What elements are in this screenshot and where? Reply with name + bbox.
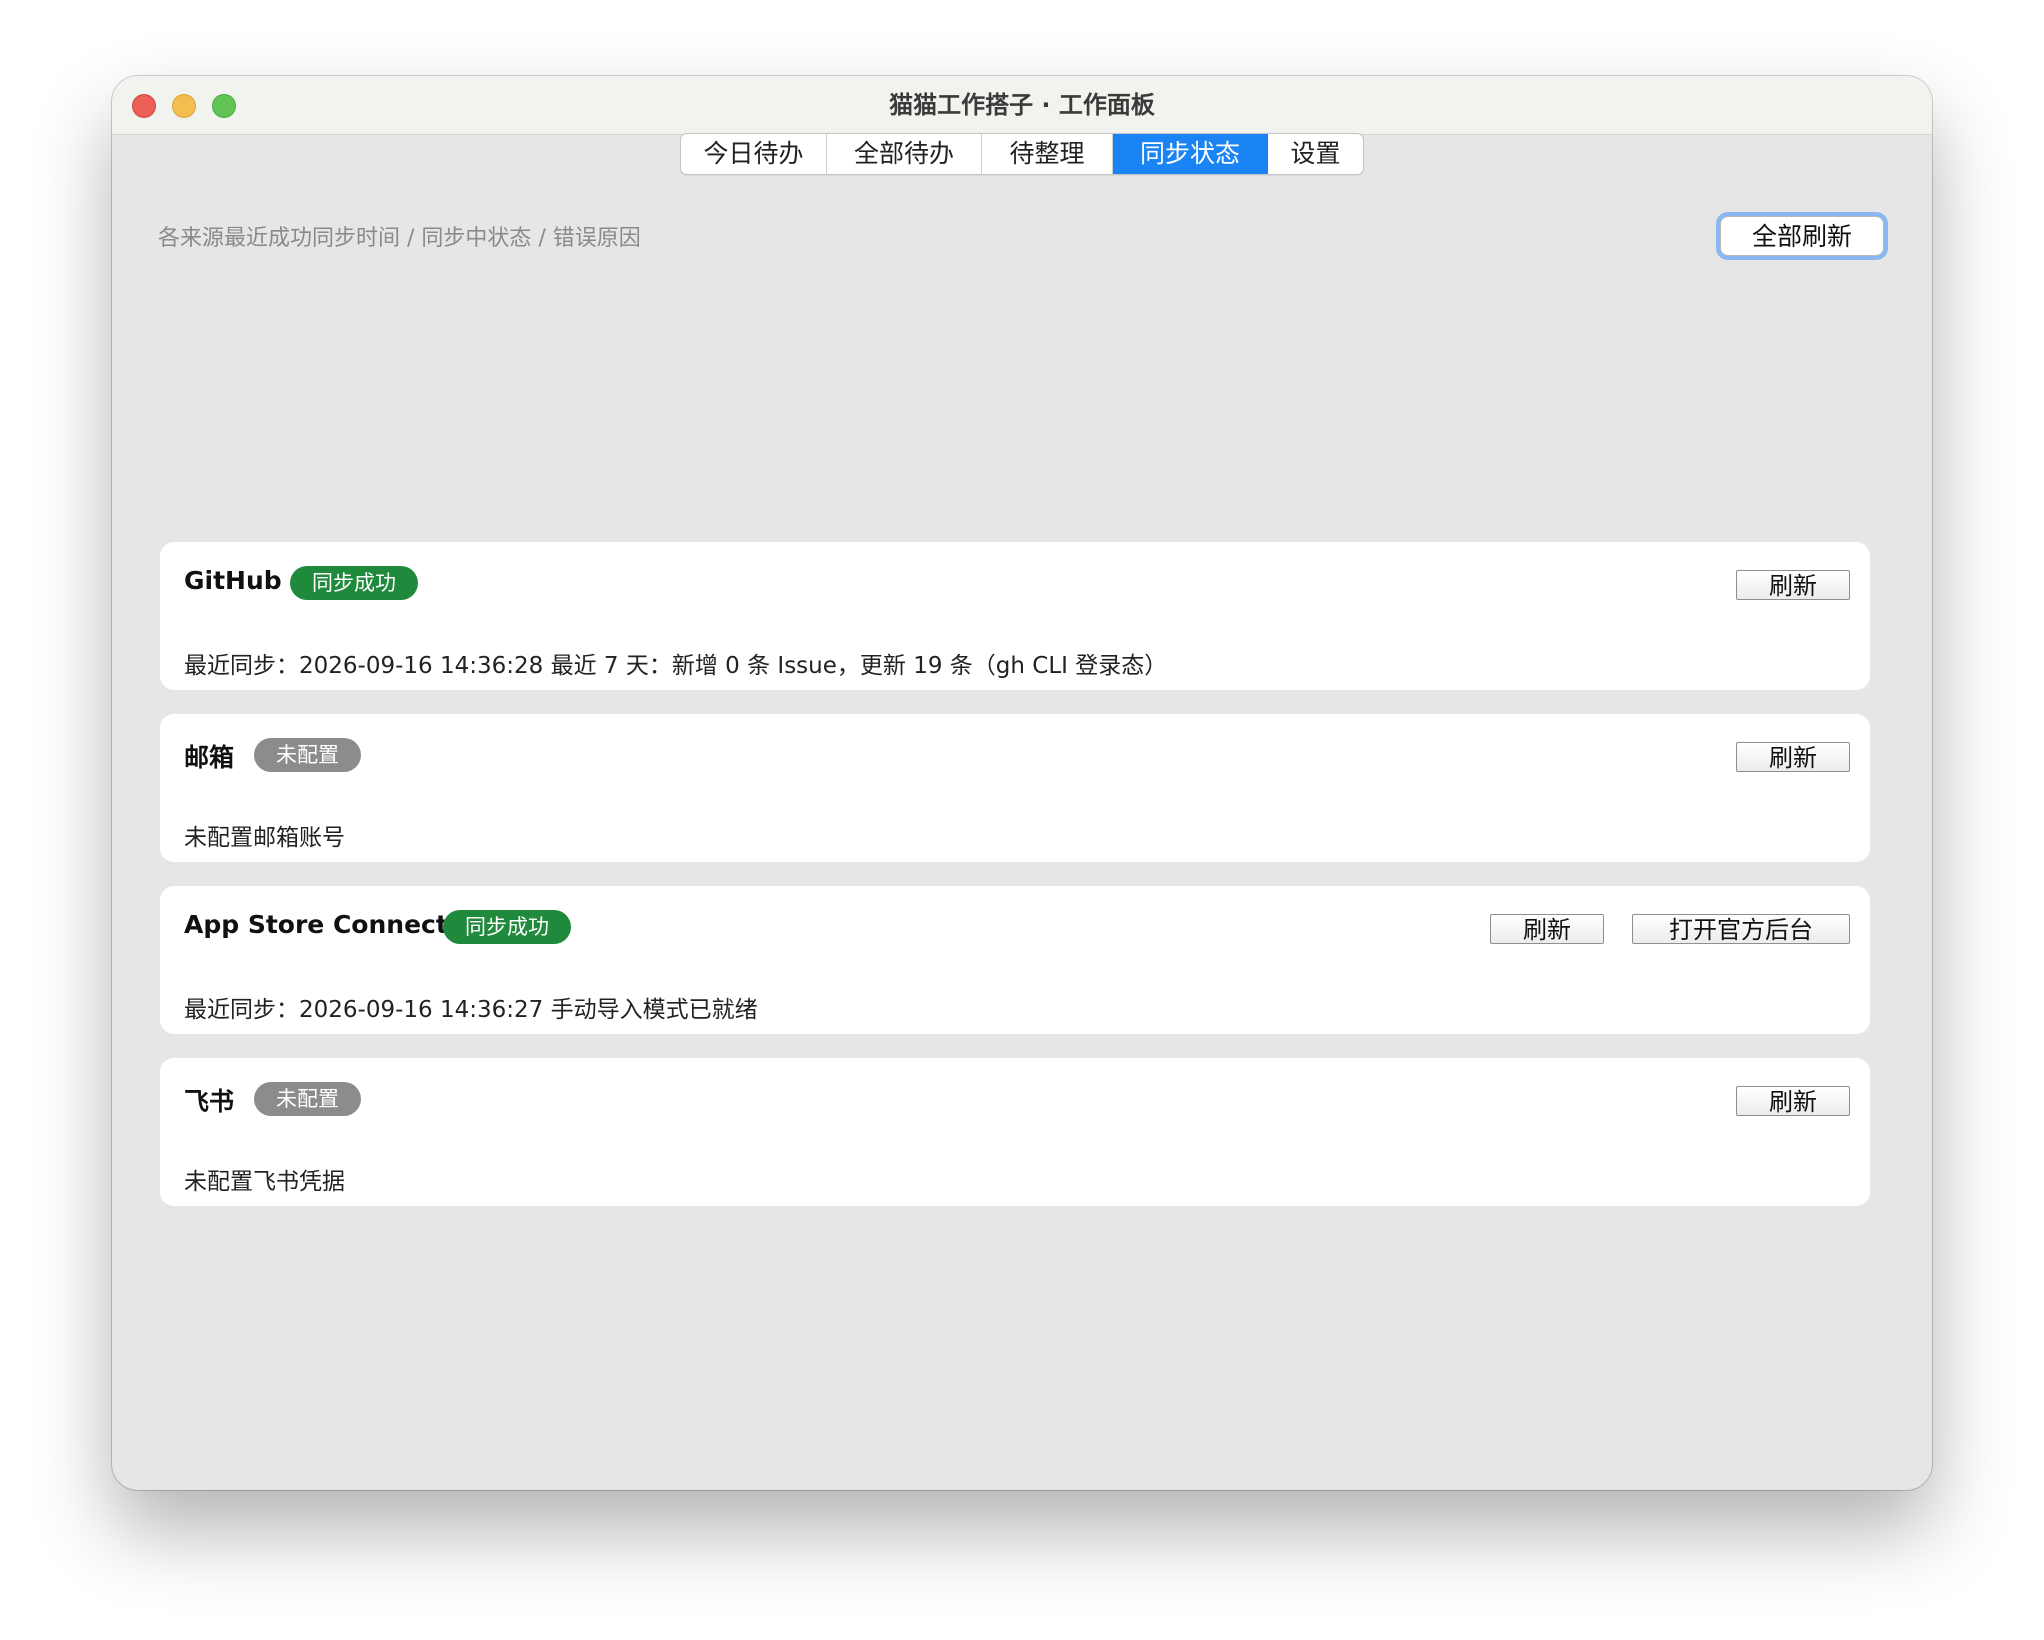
source-name: App Store Connect [184, 910, 448, 939]
close-window-button[interactable] [132, 94, 156, 118]
sync-detail: 最近同步：2026-09-16 14:36:28 最近 7 天：新增 0 条 I… [184, 653, 1168, 679]
tab-settings[interactable]: 设置 [1268, 134, 1363, 174]
source-name: 邮箱 [184, 743, 235, 772]
source-card-feishu: 飞书 未配置 刷新 未配置飞书凭据 [160, 1058, 1870, 1206]
sync-detail: 未配置飞书凭据 [184, 1169, 345, 1195]
app-window: 猫猫工作搭子 · 工作面板 今日待办 全部待办 待整理 同步状态 设置 各来源最… [112, 76, 1932, 1490]
zoom-window-button[interactable] [212, 94, 236, 118]
source-card-github: GitHub 同步成功 刷新 最近同步：2026-09-16 14:36:28 … [160, 542, 1870, 690]
page-subtitle: 各来源最近成功同步时间 / 同步中状态 / 错误原因 [158, 226, 641, 251]
status-badge: 未配置 [254, 1082, 361, 1116]
refresh-button[interactable]: 刷新 [1736, 742, 1850, 772]
refresh-button[interactable]: 刷新 [1490, 914, 1604, 944]
sync-detail: 最近同步：2026-09-16 14:36:27 手动导入模式已就绪 [184, 997, 758, 1023]
source-name: 飞书 [184, 1087, 235, 1116]
refresh-button[interactable]: 刷新 [1736, 1086, 1850, 1116]
sync-detail: 未配置邮箱账号 [184, 825, 345, 851]
tab-today-todos[interactable]: 今日待办 [681, 134, 827, 174]
status-badge: 同步成功 [290, 566, 418, 600]
refresh-all-button[interactable]: 全部刷新 [1720, 216, 1884, 256]
tab-sync-status[interactable]: 同步状态 [1113, 134, 1268, 174]
refresh-button[interactable]: 刷新 [1736, 570, 1850, 600]
status-badge: 同步成功 [443, 910, 571, 944]
source-name: GitHub [184, 566, 282, 595]
tab-to-organize[interactable]: 待整理 [982, 134, 1113, 174]
window-title: 猫猫工作搭子 · 工作面板 [889, 91, 1155, 119]
open-console-button[interactable]: 打开官方后台 [1632, 914, 1850, 944]
status-badge: 未配置 [254, 738, 361, 772]
title-bar: 猫猫工作搭子 · 工作面板 [112, 76, 1932, 135]
tab-all-todos[interactable]: 全部待办 [827, 134, 982, 174]
tab-bar: 今日待办 全部待办 待整理 同步状态 设置 [680, 133, 1364, 175]
source-card-app-store-connect: App Store Connect 同步成功 刷新 打开官方后台 最近同步：20… [160, 886, 1870, 1034]
source-card-mailbox: 邮箱 未配置 刷新 未配置邮箱账号 [160, 714, 1870, 862]
minimize-window-button[interactable] [172, 94, 196, 118]
